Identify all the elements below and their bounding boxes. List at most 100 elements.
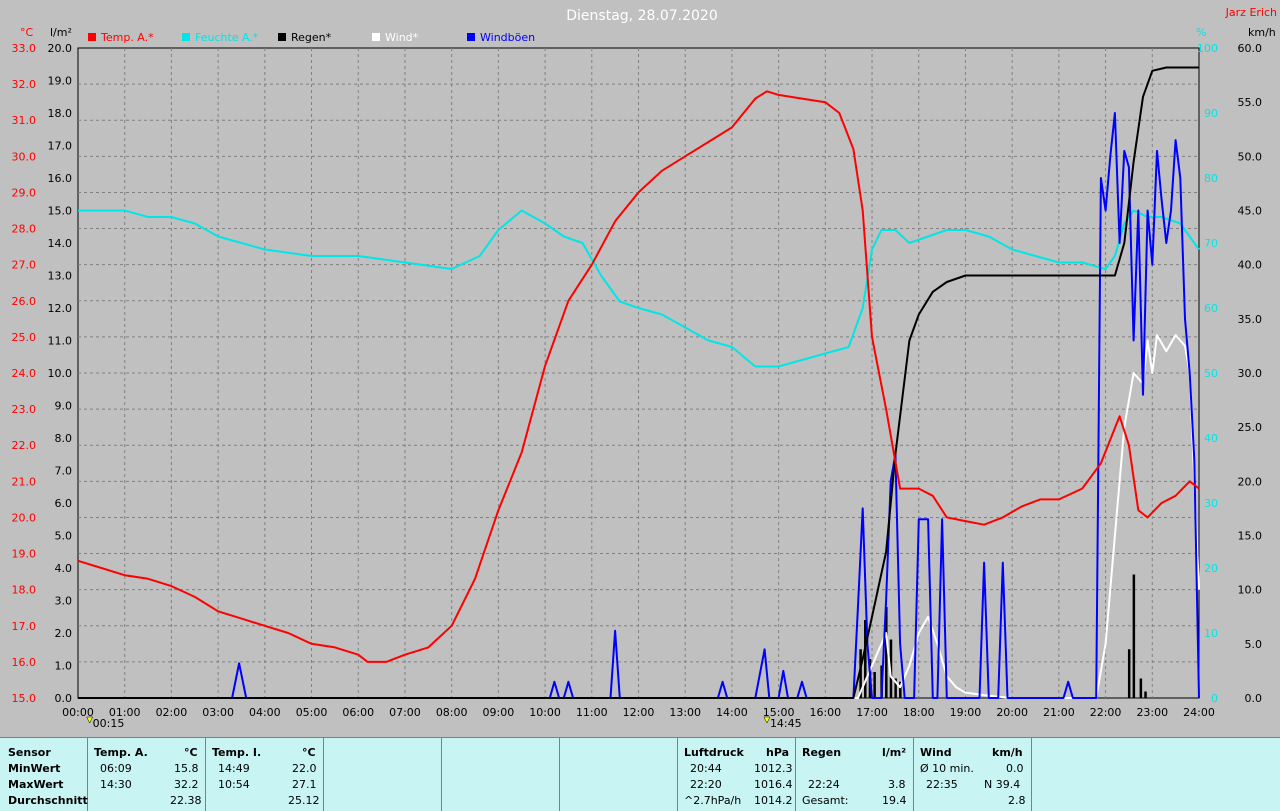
x-tick-label: 23:00: [1136, 706, 1168, 719]
x-tick-label: 02:00: [156, 706, 188, 719]
stats-col-temp-i: Temp. I. °C 14:49 22.0 10:54 27.1 25.12: [206, 738, 324, 811]
rain-tick-label: 0.0: [55, 692, 73, 705]
rain-axis-unit: l/m²: [50, 26, 72, 39]
temp-tick-label: 26.0: [12, 295, 37, 308]
x-tick-label: 24:00: [1183, 706, 1215, 719]
x-tick-label: 12:00: [623, 706, 655, 719]
x-tick-label: 14:00: [716, 706, 748, 719]
rain-tick-label: 8.0: [55, 432, 73, 445]
temp-i-unit: °C: [302, 746, 316, 759]
x-tick-label: 19:00: [950, 706, 982, 719]
temp-tick-label: 17.0: [12, 620, 37, 633]
legend-label: Regen*: [291, 31, 332, 44]
rain-bar: [1139, 678, 1143, 698]
legend-swatch: [182, 33, 190, 41]
legend-label: Temp. A.*: [100, 31, 154, 44]
rain-tick-label: 14.0: [48, 237, 73, 250]
stats-col-sensor: Sensor MinWert MaxWert Durchschnitt: [0, 738, 88, 811]
humidity-tick-label: 100: [1197, 42, 1218, 55]
humidity-tick-label: 40: [1204, 432, 1218, 445]
rain-tick-label: 2.0: [55, 627, 73, 640]
wind-unit: km/h: [992, 746, 1023, 759]
temp-tick-label: 27.0: [12, 259, 37, 272]
wind-tick-label: 30.0: [1238, 367, 1263, 380]
temp-a-avg: 22.38: [170, 794, 202, 807]
x-tick-label: 04:00: [249, 706, 281, 719]
wind-tick-label: 15.0: [1238, 530, 1263, 543]
temp-tick-label: 31.0: [12, 114, 37, 127]
temp-tick-label: 30.0: [12, 150, 37, 163]
rain-tick-label: 20.0: [48, 42, 73, 55]
rain-header: Regen: [802, 746, 842, 759]
stats-col-temp-a: Temp. A. °C 06:09 15.8 14:30 32.2 22.38: [88, 738, 206, 811]
temp-tick-label: 33.0: [12, 42, 37, 55]
stats-col-wind: Wind km/h Ø 10 min. 0.0 22:35 N 39.4 2.8: [914, 738, 1032, 811]
x-tick-label: 20:00: [996, 706, 1028, 719]
temp-a-min: 15.8: [174, 762, 199, 775]
rain-tick-label: 16.0: [48, 172, 73, 185]
temp-tick-label: 21.0: [12, 475, 37, 488]
stats-col-empty-4: [1032, 738, 1280, 811]
wind-tick-label: 10.0: [1238, 584, 1263, 597]
temp-tick-label: 18.0: [12, 584, 37, 597]
rain-unit: l/m²: [882, 746, 907, 759]
rain-tick-label: 19.0: [48, 75, 73, 88]
x-tick-label: 13:00: [669, 706, 701, 719]
temp-a-header: Temp. A.: [94, 746, 148, 759]
rain-bar: [873, 672, 876, 698]
rain-max-time: 22:24: [808, 778, 840, 791]
temp-tick-label: 24.0: [12, 367, 37, 380]
stats-col-empty-3: [560, 738, 678, 811]
legend-swatch: [278, 33, 286, 41]
humidity-tick-label: 30: [1204, 497, 1218, 510]
legend-swatch: [467, 33, 475, 41]
rain-tick-label: 12.0: [48, 302, 73, 315]
stats-col-empty-2: [442, 738, 560, 811]
rain-tick-label: 3.0: [55, 595, 73, 608]
x-tick-label: 08:00: [436, 706, 468, 719]
temp-a-max-time: 14:30: [100, 778, 132, 791]
wind-max: N 39.4: [984, 778, 1021, 791]
wind-tick-label: 50.0: [1238, 150, 1263, 163]
x-tick-label: 07:00: [389, 706, 421, 719]
wind-tick-label: 35.0: [1238, 313, 1263, 326]
wind-tick-label: 20.0: [1238, 475, 1263, 488]
pressure-header: Luftdruck: [684, 746, 744, 759]
humidity-axis-unit: %: [1196, 26, 1206, 39]
stats-panel: Sensor MinWert MaxWert Durchschnitt Temp…: [0, 737, 1280, 811]
x-tick-label: 17:00: [856, 706, 888, 719]
wind-tick-label: 45.0: [1238, 205, 1263, 218]
rain-tick-label: 17.0: [48, 140, 73, 153]
time-marker-label: 00:15: [93, 717, 125, 730]
x-tick-label: 09:00: [483, 706, 515, 719]
x-tick-label: 18:00: [903, 706, 935, 719]
stats-row-min: MinWert: [8, 762, 61, 775]
pressure-max: 1016.4: [754, 778, 793, 791]
pressure-trend: ^2.7hPa/h: [684, 794, 742, 807]
rain-tick-label: 6.0: [55, 497, 73, 510]
temp-tick-label: 28.0: [12, 223, 37, 236]
temp-tick-label: 23.0: [12, 403, 37, 416]
wind-tick-label: 55.0: [1238, 96, 1263, 109]
rain-tick-label: 18.0: [48, 107, 73, 120]
pressure-avg: 1014.2: [754, 794, 793, 807]
weather-chart: Dienstag, 28.07.2020 Jarz Erich °C l/m² …: [0, 0, 1280, 735]
stats-header-sensor: Sensor: [8, 746, 51, 759]
temp-a-max: 32.2: [174, 778, 199, 791]
chart-background: [0, 0, 1280, 735]
rain-tick-label: 4.0: [55, 562, 73, 575]
stats-row-max: MaxWert: [8, 778, 64, 791]
rain-tick-label: 7.0: [55, 465, 73, 478]
rain-bar: [1127, 649, 1131, 698]
x-tick-label: 16:00: [809, 706, 841, 719]
legend-label: Feuchte A.*: [195, 31, 259, 44]
x-tick-label: 22:00: [1090, 706, 1122, 719]
wind-header: Wind: [920, 746, 952, 759]
rain-tick-label: 10.0: [48, 367, 73, 380]
pressure-min: 1012.3: [754, 762, 793, 775]
wind-tick-label: 40.0: [1238, 259, 1263, 272]
humidity-tick-label: 60: [1204, 302, 1218, 315]
temp-tick-label: 25.0: [12, 331, 37, 344]
rain-max: 3.8: [888, 778, 906, 791]
wind-avg10: 0.0: [1006, 762, 1024, 775]
